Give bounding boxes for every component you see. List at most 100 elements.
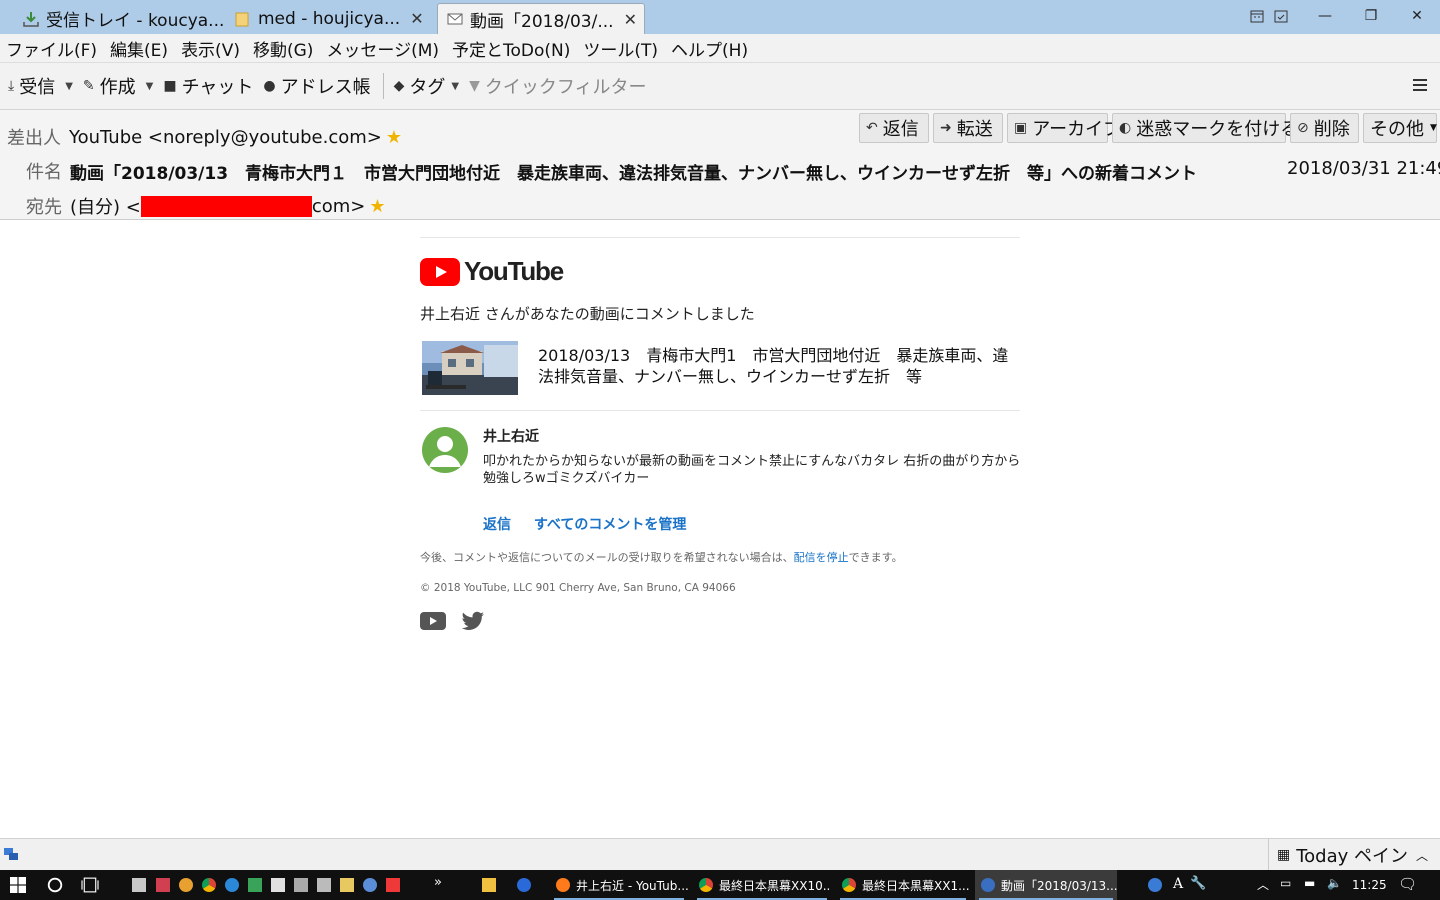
youtube-logo[interactable]: YouTube: [420, 256, 564, 287]
tag-button[interactable]: ◆ タグ ▼: [394, 73, 459, 99]
twitter-icon[interactable]: [461, 611, 485, 631]
archive-button[interactable]: ▣ アーカイブ: [1007, 113, 1121, 143]
menu-message[interactable]: メッセージ(M): [326, 36, 439, 61]
ie-icon[interactable]: [225, 878, 239, 892]
title-bar: 受信トレイ - koucya... med - houjicya... ✕ 動画…: [0, 0, 1440, 34]
chat-bubble-icon: ■: [163, 78, 177, 94]
divider: [420, 237, 1020, 238]
pinned-app-icon[interactable]: [340, 878, 354, 892]
hamburger-menu-icon[interactable]: [1412, 77, 1428, 93]
reply-link[interactable]: 返信: [483, 517, 511, 533]
inbox-download-icon: [23, 11, 39, 27]
notification-center-icon[interactable]: 🗨: [1398, 875, 1417, 893]
menu-help[interactable]: ヘルプ(H): [671, 36, 748, 61]
minimize-icon[interactable]: —: [1310, 4, 1340, 28]
taskbar-item-firefox[interactable]: 井上右近 - YouTub...: [550, 870, 688, 900]
menu-events-tasks[interactable]: 予定とToDo(N): [452, 36, 570, 61]
windows-start-icon[interactable]: [10, 877, 26, 893]
menu-go[interactable]: 移動(G): [253, 36, 313, 61]
pinned-app-icon[interactable]: [156, 878, 170, 892]
delete-button[interactable]: ⊘ 削除: [1290, 113, 1359, 143]
tab-inbox[interactable]: 受信トレイ - koucya...: [14, 3, 224, 34]
chevron-down-icon: ▼: [451, 80, 460, 92]
today-pane-toggle[interactable]: ▦ Today ペイン ︿: [1267, 839, 1440, 871]
windows-taskbar: » 井上右近 - YouTub... 最終日本黒幕XX10... 最終日本黒幕X…: [0, 870, 1440, 900]
chevron-down-icon[interactable]: ▼: [146, 81, 154, 92]
pinned-app-icon[interactable]: [179, 878, 193, 892]
taskbar-item-chrome-1[interactable]: 最終日本黒幕XX10...: [693, 870, 831, 900]
write-button[interactable]: ✎ 作成 ▼: [83, 73, 153, 99]
junk-button[interactable]: ◐ 迷惑マークを付ける: [1112, 113, 1298, 143]
message-header: 差出人 YouTube <noreply@youtube.com> ★ ↶ 返信 …: [0, 110, 1440, 220]
close-icon[interactable]: ✕: [624, 10, 637, 29]
taskbar-item-thunderbird[interactable]: 動画「2018/03/13...: [975, 870, 1117, 900]
menu-view[interactable]: 表示(V): [181, 36, 240, 61]
file-explorer-icon[interactable]: [482, 878, 496, 892]
quick-filter-button[interactable]: ▼ クイックフィルター: [469, 73, 646, 99]
pinned-app-icon[interactable]: [248, 878, 262, 892]
menu-tools[interactable]: ツール(T): [583, 36, 658, 61]
wrench-icon[interactable]: 🔧: [1190, 876, 1206, 891]
chat-button[interactable]: ■ チャット: [163, 73, 253, 99]
ime-mode-indicator[interactable]: A: [1173, 876, 1183, 892]
chat-label: チャット: [181, 77, 254, 98]
battery-icon[interactable]: ▬: [1304, 876, 1315, 890]
task-view-icon[interactable]: [80, 877, 100, 893]
message-date: 2018/03/31 21:49: [1287, 158, 1440, 179]
pinned-app-icon[interactable]: [294, 878, 308, 892]
address-book-button[interactable]: ● アドレス帳: [263, 73, 370, 99]
tab-med-folder[interactable]: med - houjicya... ✕: [226, 3, 431, 34]
to-suffix[interactable]: com>: [312, 196, 366, 217]
vivaldi-icon[interactable]: [386, 878, 400, 892]
video-title[interactable]: 2018/03/13 青梅市大門1 市営大門団地付近 暴走族車両、違法排気音量、…: [538, 345, 1020, 387]
volume-icon[interactable]: 🔈: [1327, 876, 1342, 890]
get-mail-button[interactable]: ⤓ 受信 ▼: [8, 73, 73, 99]
unsubscribe-link[interactable]: 配信を停止: [794, 551, 849, 564]
window-close-icon[interactable]: ✕: [1402, 4, 1432, 28]
reply-arrow-icon: ↶: [866, 120, 878, 136]
get-mail-label: 受信: [19, 77, 56, 98]
avatar[interactable]: [422, 427, 468, 473]
firefox-icon[interactable]: [517, 878, 531, 892]
chevron-down-icon[interactable]: ▼: [65, 81, 73, 92]
connection-status-icon[interactable]: [3, 846, 19, 862]
to-prefix: (自分) <: [70, 197, 141, 218]
tab-message[interactable]: 動画「2018/03/... ✕: [437, 3, 645, 34]
pinned-app-icon[interactable]: [132, 878, 146, 892]
network-icon[interactable]: ▭: [1280, 876, 1291, 890]
clock-time: 11:25: [1352, 878, 1387, 892]
pinned-app-icon[interactable]: [271, 878, 285, 892]
menu-edit[interactable]: 編集(E): [110, 36, 168, 61]
youtube-icon[interactable]: [420, 612, 446, 630]
write-label: 作成: [99, 77, 136, 98]
chrome-icon[interactable]: [202, 878, 216, 892]
person-silhouette-icon: [429, 436, 461, 467]
tag-label: タグ: [409, 77, 446, 98]
menu-file[interactable]: ファイル(F): [6, 36, 97, 61]
no-entry-icon: ⊘: [1297, 120, 1309, 136]
video-thumbnail[interactable]: [422, 341, 518, 395]
pinned-app-icon[interactable]: [363, 878, 377, 892]
manage-comments-link[interactable]: すべてのコメントを管理: [534, 517, 686, 533]
other-actions-button[interactable]: その他 ▼: [1363, 113, 1437, 143]
close-icon[interactable]: ✕: [410, 9, 423, 28]
search-circle-icon[interactable]: [47, 877, 63, 893]
from-value[interactable]: YouTube <noreply@youtube.com>: [69, 127, 382, 148]
to-label: 宛先: [26, 197, 62, 218]
from-label: 差出人: [7, 128, 61, 149]
taskbar-clock[interactable]: 11:25: [1352, 870, 1387, 900]
star-icon[interactable]: ★: [369, 196, 385, 217]
restore-icon[interactable]: ❐: [1356, 4, 1386, 28]
social-links: [420, 611, 485, 631]
taskbar-overflow-icon[interactable]: »: [434, 875, 442, 890]
chevron-up-icon[interactable]: ︿: [1257, 876, 1269, 893]
pinned-app-icon[interactable]: [317, 878, 331, 892]
reply-label: 返信: [882, 119, 919, 140]
tray-app-icon[interactable]: [1148, 878, 1162, 892]
taskbar-item-chrome-2[interactable]: 最終日本黒幕XX1...: [836, 870, 970, 900]
reply-button[interactable]: ↶ 返信: [859, 113, 929, 143]
forward-button[interactable]: ➜ 転送: [933, 113, 1003, 143]
tasks-icon[interactable]: [1266, 4, 1296, 28]
chrome-icon: [842, 878, 856, 892]
star-icon[interactable]: ★: [386, 127, 402, 148]
